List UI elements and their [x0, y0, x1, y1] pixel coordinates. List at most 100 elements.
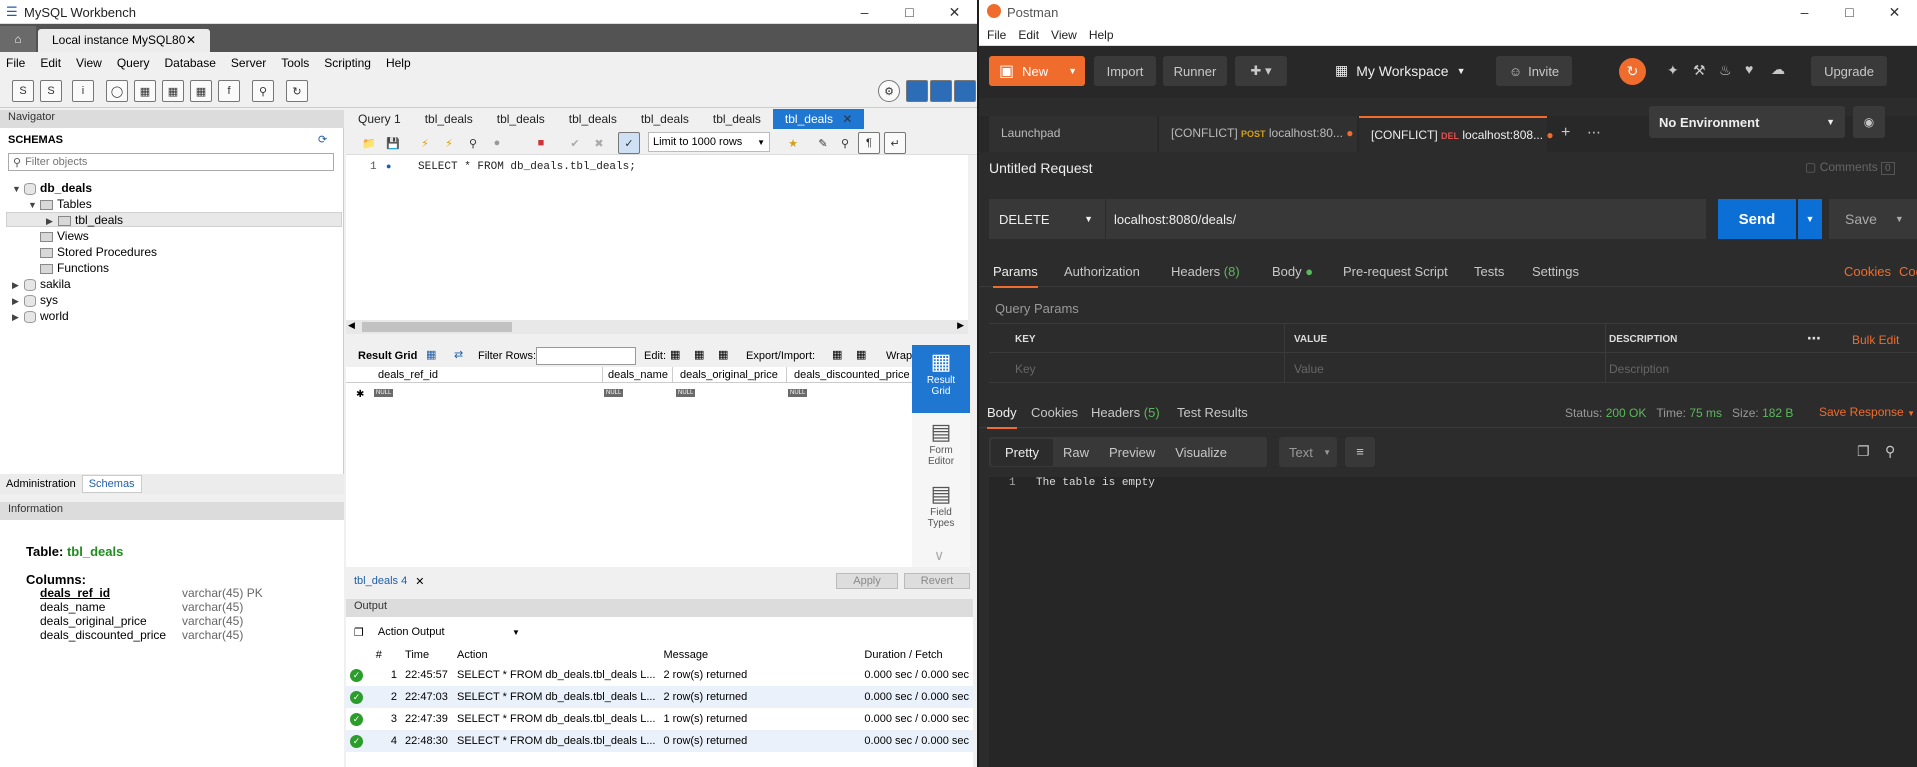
connection-tab[interactable]: Local instance MySQL80 ✕	[38, 29, 210, 52]
avatar-icon[interactable]: ☁	[1771, 61, 1785, 78]
tab-conflict-del[interactable]: [CONFLICT] DEL localhost:808... ●	[1359, 116, 1554, 152]
tab-headers[interactable]: Headers (8)	[1171, 264, 1240, 279]
limit-rows-select[interactable]: Limit to 1000 rows ▼	[648, 132, 770, 152]
create-procedure-icon[interactable]: ▦	[190, 80, 212, 102]
pretty-button[interactable]: Pretty	[991, 438, 1053, 466]
open-sql-script-icon[interactable]: S	[40, 80, 62, 102]
create-view-icon[interactable]: ▦	[162, 80, 184, 102]
close-button[interactable]: ✕	[932, 0, 977, 24]
new-button[interactable]: ▣ New ▼	[989, 56, 1085, 86]
tab-params[interactable]: Params	[993, 264, 1038, 288]
null-cell[interactable]: NULL	[374, 389, 394, 397]
new-window-button[interactable]: ✚ ▾	[1235, 56, 1287, 86]
maximize-button[interactable]: □	[887, 0, 932, 24]
minimize-button[interactable]: –	[1782, 0, 1827, 24]
request-name[interactable]: Untitled Request	[989, 160, 1093, 176]
toggle-secondary-sidebar-icon[interactable]	[954, 80, 976, 102]
code-link[interactable]: Code	[1899, 264, 1917, 279]
toggle-sidebar-icon[interactable]	[906, 80, 928, 102]
result-grid-view-button[interactable]: ▦ Result Grid	[912, 345, 970, 413]
tab-tbl-deals[interactable]: tbl_deals	[701, 109, 773, 129]
more-options-icon[interactable]: ⋯	[1807, 330, 1821, 347]
tab-administration[interactable]: Administration	[0, 478, 82, 490]
search-icon[interactable]: ⚲	[1885, 443, 1895, 460]
wrap-lines-icon[interactable]: ≡	[1345, 437, 1375, 467]
expanded-icon[interactable]: ▼	[12, 184, 24, 194]
commit-icon[interactable]: ✔	[564, 132, 586, 154]
tree-sakila[interactable]: ▶ sakila	[12, 277, 71, 291]
result-grid[interactable]: deals_ref_id deals_name deals_original_p…	[346, 367, 912, 567]
format-select[interactable]: Text ▼	[1279, 437, 1337, 467]
create-schema-icon[interactable]: ◯	[106, 80, 128, 102]
grid-col-header[interactable]: deals_name	[608, 369, 668, 381]
send-button[interactable]: Send	[1718, 199, 1796, 239]
tree-tables[interactable]: ▼ Tables	[28, 197, 92, 211]
heart-icon[interactable]: ♥	[1745, 61, 1753, 77]
tab-launchpad[interactable]: Launchpad	[989, 116, 1157, 152]
filter-objects-input[interactable]	[25, 156, 326, 168]
eye-icon[interactable]: ◉	[1853, 106, 1885, 138]
menu-file[interactable]: File	[987, 28, 1006, 42]
upgrade-button[interactable]: Upgrade	[1811, 56, 1887, 86]
environment-select[interactable]: No Environment ▼	[1649, 106, 1845, 138]
tab-tbl-deals[interactable]: tbl_deals	[413, 109, 485, 129]
delete-row-icon[interactable]: ▦	[718, 348, 728, 361]
grid-icon[interactable]: ▦	[426, 348, 436, 361]
find-icon[interactable]: ⚲	[834, 132, 856, 154]
import-button[interactable]: Import	[1094, 56, 1156, 86]
tree-sys[interactable]: ▶ sys	[12, 293, 58, 307]
scroll-left-icon[interactable]: ◀	[348, 320, 355, 331]
export-icon[interactable]: ▦	[832, 348, 842, 361]
response-body[interactable]: 1 The table is empty	[989, 477, 1917, 767]
response-text[interactable]: The table is empty	[1036, 477, 1155, 489]
toggle-output-icon[interactable]	[930, 80, 952, 102]
menu-scripting[interactable]: Scripting	[324, 56, 371, 70]
url-value[interactable]: localhost:8080/deals/	[1114, 212, 1236, 227]
add-tab-icon[interactable]: +	[1561, 124, 1570, 142]
collapsed-icon[interactable]: ▶	[12, 296, 24, 307]
menu-query[interactable]: Query	[117, 56, 150, 70]
save-icon[interactable]: 💾	[382, 132, 404, 154]
action-output-select[interactable]: Action Output ▼	[373, 623, 524, 641]
horizontal-scrollbar[interactable]: ◀ ▶	[346, 320, 968, 334]
more-tabs-icon[interactable]: ⋯	[1587, 124, 1601, 141]
stop-icon[interactable]: ●	[486, 132, 508, 154]
comments-button[interactable]: ▢ Comments 0	[1805, 160, 1895, 175]
tree-stored-procedures[interactable]: Stored Procedures	[40, 245, 157, 259]
menu-tools[interactable]: Tools	[281, 56, 309, 70]
sql-editor[interactable]: 1 ● SELECT * FROM db_deals.tbl_deals;	[346, 155, 968, 320]
collapsed-icon[interactable]: ▶	[12, 280, 24, 291]
inspector-icon[interactable]: i	[72, 80, 94, 102]
edit-row-icon[interactable]: ▦	[670, 348, 680, 361]
output-row[interactable]: ✓ 2 22:47:03 SELECT * FROM db_deals.tbl_…	[346, 686, 973, 708]
tab-response-body[interactable]: Body	[987, 405, 1017, 429]
copy-icon[interactable]: ❐	[354, 626, 364, 639]
collapsed-icon[interactable]: ▶	[12, 312, 24, 323]
form-editor-button[interactable]: ▤ Form Editor	[912, 419, 970, 467]
import-icon[interactable]: ▦	[856, 348, 866, 361]
grid-col-header[interactable]: deals_discounted_price	[794, 369, 910, 381]
scroll-right-icon[interactable]: ▶	[957, 320, 964, 331]
close-button[interactable]: ✕	[1872, 0, 1917, 24]
maximize-button[interactable]: □	[1827, 0, 1872, 24]
search-table-data-icon[interactable]: ⚲	[252, 80, 274, 102]
execute-icon[interactable]: ⚡	[414, 132, 436, 154]
menu-file[interactable]: File	[6, 56, 25, 70]
bookmark-icon[interactable]: ★	[782, 132, 804, 154]
execute-current-icon[interactable]: ⚡	[438, 132, 460, 154]
tree-world[interactable]: ▶ world	[12, 309, 69, 323]
scrollbar-thumb[interactable]	[362, 322, 512, 332]
tab-body[interactable]: Body ●	[1272, 264, 1313, 279]
chevron-down-icon[interactable]: ▼	[1068, 66, 1077, 76]
menu-edit[interactable]: Edit	[40, 56, 61, 70]
tab-response-cookies[interactable]: Cookies	[1031, 405, 1078, 420]
null-cell[interactable]: NULL	[788, 389, 808, 397]
create-table-icon[interactable]: ▦	[134, 80, 156, 102]
runner-button[interactable]: Runner	[1163, 56, 1227, 86]
tab-conflict-post[interactable]: [CONFLICT] POST localhost:80... ●	[1159, 116, 1357, 152]
refresh-icon[interactable]: ⇄	[454, 348, 463, 361]
param-key-input[interactable]: Key	[1015, 362, 1036, 376]
create-function-icon[interactable]: f	[218, 80, 240, 102]
param-description-input[interactable]: Description	[1609, 362, 1669, 376]
invisible-chars-icon[interactable]: ¶	[858, 132, 880, 154]
